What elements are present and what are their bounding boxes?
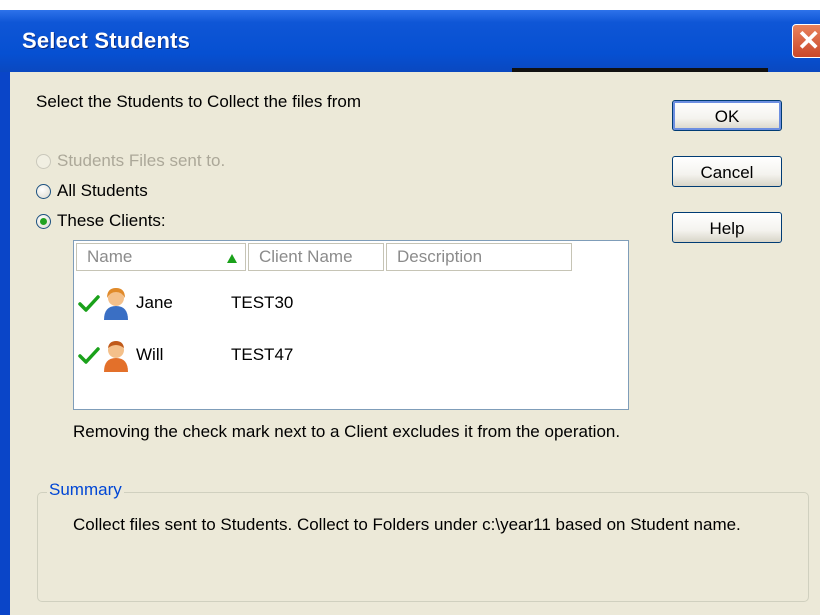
column-header-label: Description: [397, 247, 483, 266]
cancel-button[interactable]: Cancel: [672, 156, 782, 187]
exclusion-note: Removing the check mark next to a Client…: [73, 422, 621, 441]
title-bar[interactable]: Select Students ✕: [0, 10, 820, 74]
column-header-label: Client Name: [259, 247, 353, 266]
checkmark-icon[interactable]: [78, 292, 100, 314]
column-header-name[interactable]: Name: [76, 243, 246, 271]
radio-label: These Clients:: [57, 211, 166, 230]
dialog-body: Select the Students to Collect the files…: [10, 72, 820, 615]
radio-label: Students Files sent to.: [57, 151, 226, 170]
summary-label: Summary: [47, 480, 124, 500]
client-list-view[interactable]: Name Client Name Description Jane TEST30…: [73, 240, 629, 410]
close-button[interactable]: ✕: [792, 24, 820, 58]
help-button[interactable]: Help: [672, 212, 782, 243]
summary-groupbox: [37, 492, 809, 602]
radio-these-clients[interactable]: These Clients:: [36, 210, 166, 232]
cell-name: Jane: [136, 293, 173, 312]
column-header-description[interactable]: Description: [386, 243, 572, 271]
radio-button[interactable]: [36, 183, 51, 199]
instruction-text: Select the Students to Collect the files…: [36, 92, 362, 111]
radio-button[interactable]: [36, 213, 51, 229]
close-icon: ✕: [797, 25, 820, 56]
male-user-icon: [104, 341, 128, 372]
list-header: Name Client Name Description: [76, 243, 574, 271]
radio-students-files-sent-to[interactable]: Students Files sent to.: [36, 150, 225, 172]
column-header-label: Name: [87, 247, 133, 266]
ok-button[interactable]: OK: [672, 100, 782, 131]
radio-all-students[interactable]: All Students: [36, 180, 148, 202]
radio-button[interactable]: [36, 153, 51, 169]
female-user-icon: [104, 288, 128, 320]
cell-name: Will: [136, 345, 164, 364]
checkmark-icon[interactable]: [78, 344, 100, 366]
column-header-client-name[interactable]: Client Name: [248, 243, 384, 271]
list-item[interactable]: Jane TEST30: [78, 283, 381, 323]
list-item[interactable]: Will TEST47: [78, 335, 381, 375]
summary-text: Collect files sent to Students. Collect …: [73, 515, 741, 534]
dialog-window: Select Students ✕ Select the Students to…: [0, 10, 820, 615]
window-title: Select Students: [22, 28, 191, 53]
cell-client-name: TEST47: [231, 345, 294, 364]
cell-client-name: TEST30: [231, 293, 294, 312]
sort-ascending-icon: [227, 254, 237, 263]
radio-label: All Students: [57, 181, 148, 200]
radio-selected-dot: [40, 217, 47, 225]
